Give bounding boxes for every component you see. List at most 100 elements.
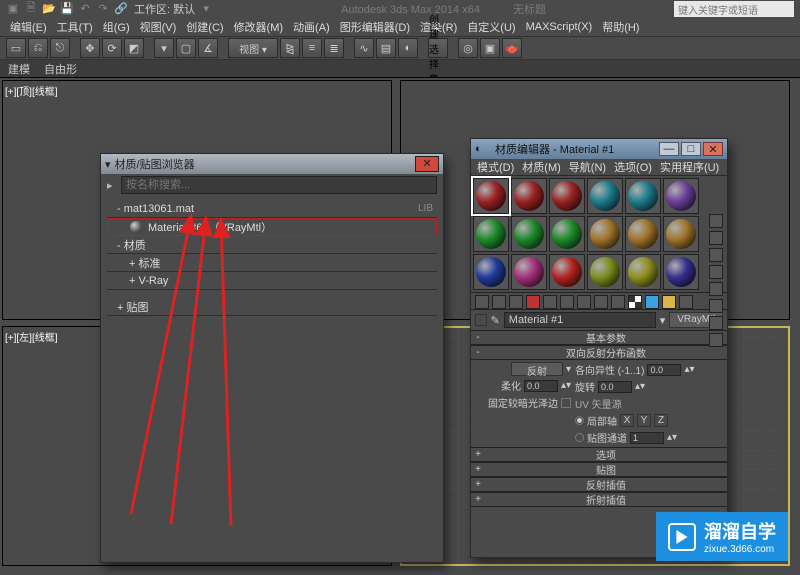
menu-animation[interactable]: 动画(A) [289, 19, 334, 35]
tool-mirror[interactable]: ⧎ [280, 38, 300, 58]
sample-slot[interactable] [625, 216, 661, 252]
material-browser-window[interactable]: ▾ 材质/贴图浏览器 ✕ ▸ - mat13061.mat LIB Materi… [100, 153, 444, 563]
map-channel-radio[interactable] [575, 433, 584, 442]
eyedropper-icon[interactable]: ✎ [491, 314, 500, 327]
ref-coord-dropdown[interactable]: 视图 ▾ [228, 38, 278, 58]
medit-menu-material[interactable]: 材质(M) [522, 159, 561, 175]
menu-tools[interactable]: 工具(T) [53, 19, 97, 35]
rollout-refl-interp[interactable]: +反射插值 [471, 477, 727, 492]
sample-slot[interactable] [549, 254, 585, 290]
link-icon[interactable]: 🔗 [114, 1, 128, 15]
options-gear-icon[interactable] [709, 316, 723, 330]
medit-titlebar[interactable]: ◐ 材质编辑器 - Material #1 — □ ✕ [471, 139, 727, 159]
material-editor-window[interactable]: ◐ 材质编辑器 - Material #1 — □ ✕ 模式(D) 材质(M) … [470, 138, 728, 558]
uv-tiling-icon[interactable] [709, 265, 723, 279]
put-to-scene-icon[interactable] [492, 295, 506, 309]
undo-icon[interactable]: ↶ [78, 1, 92, 15]
go-forward-icon[interactable] [662, 295, 676, 309]
tool-unlink[interactable]: ⎋ [50, 38, 70, 58]
sample-slot[interactable] [511, 254, 547, 290]
make-copy-icon[interactable] [543, 295, 557, 309]
tool-align[interactable]: ≡ [302, 38, 322, 58]
minimize-icon[interactable]: — [659, 142, 679, 156]
tool-layers[interactable]: ≣ [324, 38, 344, 58]
ribbon-tab-modeling[interactable]: 建模 [8, 61, 30, 77]
expand-icon[interactable]: ▸ [107, 179, 121, 192]
reset-icon[interactable] [526, 295, 540, 309]
sample-slot[interactable] [473, 216, 509, 252]
axis-y-button[interactable]: Y [637, 414, 651, 427]
menu-maxscript[interactable]: MAXScript(X) [522, 21, 597, 33]
make-unique-icon[interactable] [560, 295, 574, 309]
tool-move[interactable]: ✥ [80, 38, 100, 58]
tool-material-editor[interactable]: ◐ [398, 38, 418, 58]
main-menu[interactable]: 编辑(E) 工具(T) 组(G) 视图(V) 创建(C) 修改器(M) 动画(A… [0, 18, 800, 36]
tool-render-setup[interactable]: ◎ [458, 38, 478, 58]
rollout-options[interactable]: +选项 [471, 447, 727, 462]
medit-menu-options[interactable]: 选项(O) [614, 159, 652, 175]
axis-z-button[interactable]: Z [654, 414, 668, 427]
sample-slot[interactable] [473, 178, 509, 214]
show-end-result-icon[interactable] [628, 295, 642, 309]
axis-x-button[interactable]: X [620, 414, 634, 427]
tree-vray[interactable]: + V-Ray [107, 272, 437, 290]
redo-icon[interactable]: ↷ [96, 1, 110, 15]
rollout-basic[interactable]: -基本参数 [471, 330, 727, 345]
put-library-icon[interactable] [577, 295, 591, 309]
rollout-refr-interp[interactable]: +折射插值 [471, 492, 727, 507]
workspace-dropdown[interactable]: 工作区: 默认 [134, 1, 195, 17]
tool-quick-render[interactable]: 🫖 [502, 38, 522, 58]
open-icon[interactable]: 📂 [42, 1, 56, 15]
menu-create[interactable]: 创建(C) [182, 19, 227, 35]
sample-slot[interactable] [625, 254, 661, 290]
sample-slot[interactable] [511, 178, 547, 214]
select-by-mat-icon[interactable] [709, 333, 723, 347]
browser-search-input[interactable] [121, 176, 437, 194]
tool-select[interactable]: ▭ [6, 38, 26, 58]
sample-type-icon[interactable] [709, 214, 723, 228]
assign-icon[interactable] [509, 295, 523, 309]
medit-menu-mode[interactable]: 模式(D) [477, 159, 514, 175]
map-channel-spinner[interactable]: 1 [630, 432, 664, 444]
browser-titlebar[interactable]: ▾ 材质/贴图浏览器 ✕ [101, 154, 443, 174]
menu-edit[interactable]: 编辑(E) [6, 19, 51, 35]
go-parent-icon[interactable] [645, 295, 659, 309]
sample-slot[interactable] [663, 216, 699, 252]
rollout-maps[interactable]: +贴图 [471, 462, 727, 477]
tree-matfile[interactable]: - mat13061.mat LIB [107, 200, 437, 218]
menu-graph[interactable]: 图形编辑器(D) [336, 19, 414, 35]
mat-id-icon[interactable] [594, 295, 608, 309]
menu-group[interactable]: 组(G) [99, 19, 134, 35]
maximize-icon[interactable]: □ [681, 142, 701, 156]
tool-selection-filter[interactable]: ▾ [154, 38, 174, 58]
tree-materials-section[interactable]: - 材质 [107, 236, 437, 254]
chevron-down-icon[interactable]: ▾ [199, 1, 213, 15]
rotation-spinner[interactable]: 0.0 [598, 381, 632, 393]
material-name-input[interactable] [504, 312, 656, 328]
tool-rotate[interactable]: ⟳ [102, 38, 122, 58]
show-map-icon[interactable] [611, 295, 625, 309]
tree-standard[interactable]: + 标准 [107, 254, 437, 272]
named-selection-set[interactable]: 创建选择集 [428, 38, 448, 58]
viewport-label[interactable]: [+][顶][线框] [5, 83, 58, 98]
sample-slot[interactable] [549, 178, 585, 214]
backlight-icon[interactable] [709, 231, 723, 245]
tree-material-selected[interactable]: Material #68（VRayMtl） [107, 218, 437, 236]
sample-slot[interactable] [663, 178, 699, 214]
background-icon[interactable] [709, 248, 723, 262]
go-sibling-icon[interactable] [679, 295, 693, 309]
menu-customize[interactable]: 自定义(U) [463, 19, 519, 35]
tool-link[interactable]: ⎌ [28, 38, 48, 58]
help-search-input[interactable]: 键入关键字或短语 [674, 1, 794, 17]
soften-spinner[interactable]: 0.0 [524, 380, 558, 392]
medit-menu-navigate[interactable]: 导航(N) [569, 159, 606, 175]
viewport-label[interactable]: [+][左][线框] [5, 329, 58, 344]
save-icon[interactable]: 💾 [60, 1, 74, 15]
dropdown-icon[interactable]: ▾ [660, 314, 666, 327]
dark-fix-checkbox[interactable] [561, 398, 571, 408]
tool-scale[interactable]: ◩ [124, 38, 144, 58]
rollout-brdf[interactable]: -双向反射分布函数 [471, 345, 727, 360]
new-icon[interactable]: 🗎 [24, 1, 38, 15]
tool-schematic[interactable]: ▤ [376, 38, 396, 58]
tool-curve-editor[interactable]: ∿ [354, 38, 374, 58]
